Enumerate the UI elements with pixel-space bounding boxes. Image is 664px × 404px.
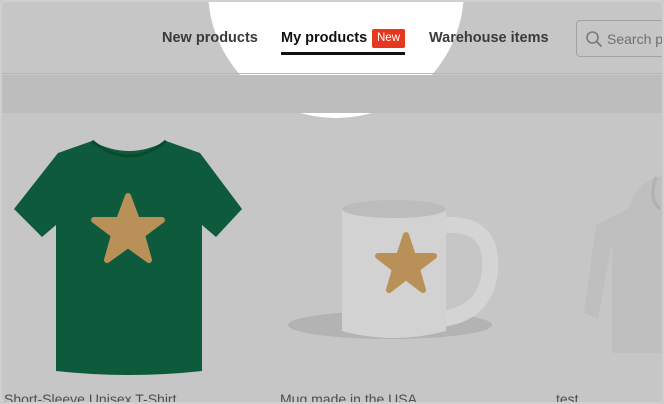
- tab-warehouse-items[interactable]: Warehouse items: [429, 30, 549, 46]
- product-card[interactable]: test: [556, 113, 662, 404]
- product-title: Mug made in the USA: [280, 391, 417, 404]
- product-title: Short-Sleeve Unisex T-Shirt: [4, 391, 177, 404]
- toolbar-strip: [2, 75, 662, 113]
- product-card[interactable]: Mug made in the USA: [280, 113, 530, 404]
- tab-my-products[interactable]: My products: [281, 30, 367, 46]
- hoodie-image: [584, 175, 662, 353]
- tshirt-image: [14, 139, 242, 375]
- product-title: test: [556, 391, 579, 404]
- search-box[interactable]: [576, 20, 662, 57]
- new-badge: New: [372, 29, 406, 48]
- top-navigation: New products My products New Warehouse i…: [2, 2, 662, 74]
- product-card[interactable]: Short-Sleeve Unisex T-Shirt: [4, 113, 254, 404]
- tab-new-products[interactable]: New products: [162, 30, 258, 46]
- app-frame: New products My products New Warehouse i…: [0, 0, 664, 404]
- search-icon: [586, 31, 602, 47]
- mug-image: [288, 200, 499, 339]
- search-input[interactable]: [607, 21, 662, 56]
- active-tab-indicator: [281, 52, 405, 55]
